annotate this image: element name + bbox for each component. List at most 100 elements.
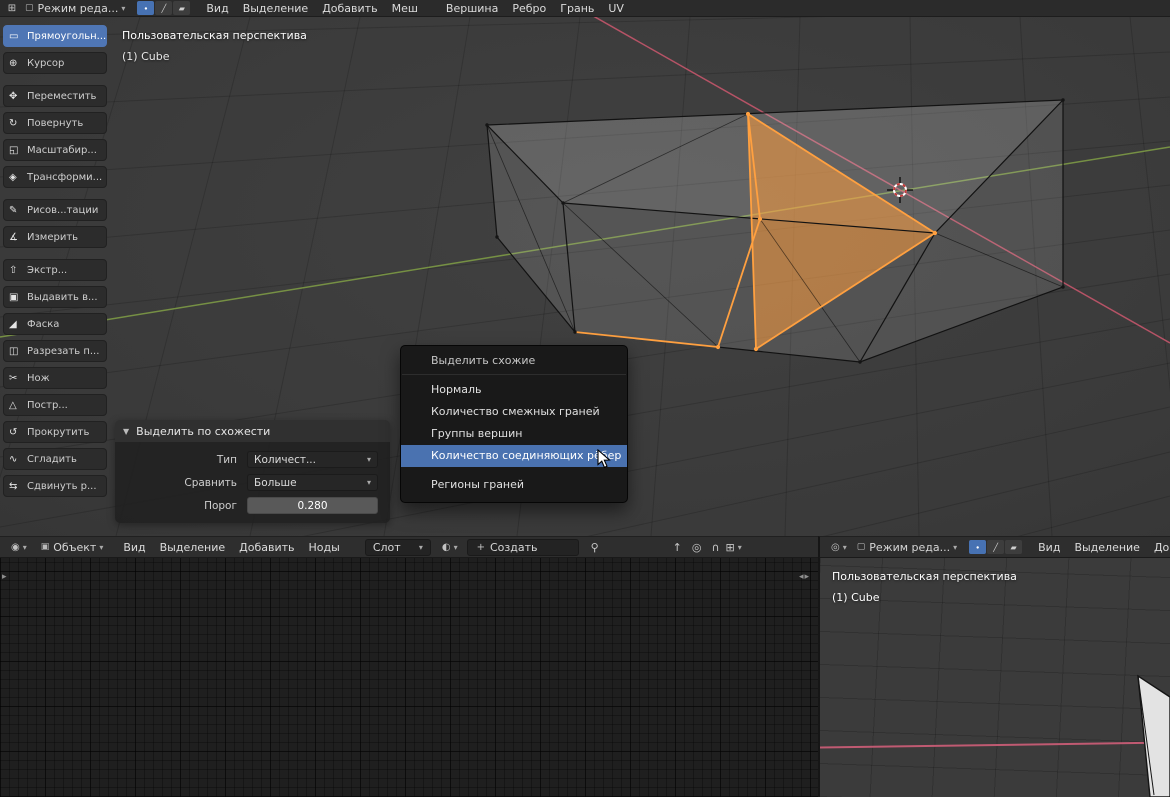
new-material-button[interactable]: + Создать <box>467 539 579 556</box>
edge-select-mode-button[interactable]: ╱ <box>155 1 172 15</box>
shader-menu-select[interactable]: Выделение <box>153 541 233 554</box>
menu-face[interactable]: Грань <box>553 2 601 15</box>
vertex-select-mode-button[interactable]: ∙ <box>969 540 986 554</box>
view-name-text: Пользовательская перспектива <box>832 566 1017 587</box>
scale-icon: ◱ <box>9 145 22 156</box>
insert-keyframe-icon[interactable]: ↑ <box>673 541 682 554</box>
menu-uv[interactable]: UV <box>601 2 631 15</box>
shader-menu-view[interactable]: Вид <box>116 541 152 554</box>
chevron-down-icon: ▾ <box>99 543 103 552</box>
menu-select[interactable]: Выделение <box>1067 541 1147 554</box>
tool-extrude[interactable]: ⇧Экстр... <box>3 259 107 281</box>
threshold-slider[interactable]: 0.280 <box>247 497 378 514</box>
operator-panel-title: Выделить по схожести <box>136 425 270 438</box>
menu-vertex[interactable]: Вершина <box>439 2 505 15</box>
snap-grid-icon[interactable]: ⊞ <box>726 541 735 554</box>
bottom-headers: ◉ ▾ ▣ Объект ▾ Вид Выделение Добавить Но… <box>0 536 1170 558</box>
collapse-triangle-icon: ▼ <box>123 427 129 436</box>
tool-inset[interactable]: ▣Выдавить в... <box>3 286 107 308</box>
edge-mode-icon: ╱ <box>161 4 166 13</box>
chevron-down-icon: ▾ <box>953 543 957 552</box>
menu-select[interactable]: Выделение <box>236 2 316 15</box>
tool-box-select[interactable]: ▭Прямоугольн... <box>3 25 107 47</box>
face-select-mode-button[interactable]: ▰ <box>1005 540 1022 554</box>
menu-add[interactable]: До <box>1147 541 1170 554</box>
measure-icon: ∡ <box>9 232 22 243</box>
shader-menu-node[interactable]: Ноды <box>302 541 347 554</box>
tool-measure[interactable]: ∡Измерить <box>3 226 107 248</box>
region-resize-arrows[interactable]: ◂▸ <box>799 572 810 582</box>
object-icon: ▣ <box>41 542 50 552</box>
menu-mesh[interactable]: Меш <box>385 2 425 15</box>
fake-user-pin-icon[interactable]: ⚲ <box>591 541 599 554</box>
operator-panel: ▼ Выделить по схожести Тип Количест... ▾… <box>115 420 390 523</box>
smooth-icon: ∿ <box>9 454 22 465</box>
mode-select-dropdown[interactable]: ▢ Режим реда... ▾ <box>20 1 130 16</box>
tool-knife[interactable]: ✂Нож <box>3 367 107 389</box>
shader-type-dropdown[interactable]: ▣ Объект ▾ <box>36 540 109 555</box>
operator-panel-header[interactable]: ▼ Выделить по схожести <box>115 420 390 442</box>
menu-item-adjacent-faces[interactable]: Количество смежных граней <box>401 401 627 423</box>
type-label: Тип <box>115 454 247 466</box>
region-expand-arrow[interactable]: ▸ <box>2 572 7 582</box>
inset-icon: ▣ <box>9 292 22 303</box>
menu-item-vertex-groups[interactable]: Группы вершин <box>401 423 627 445</box>
snap-magnet-icon[interactable]: ∩ <box>711 541 719 554</box>
select-mode-buttons: ∙ ╱ ▰ <box>969 540 1022 554</box>
menu-edge[interactable]: Ребро <box>505 2 553 15</box>
material-preview-dropdown[interactable]: ◐ ▾ <box>437 540 463 555</box>
tool-loop-cut[interactable]: ◫Разрезать п... <box>3 340 107 362</box>
menu-item-normal[interactable]: Нормаль <box>401 379 627 401</box>
tool-rotate[interactable]: ↻Повернуть <box>3 112 107 134</box>
editor-type-icon[interactable]: ⊞ <box>4 3 20 14</box>
viewport-editor-icon: ◎ <box>831 542 840 553</box>
shader-editor-header: ◉ ▾ ▣ Объект ▾ Вид Выделение Добавить Но… <box>0 536 818 558</box>
active-object-text: (1) Cube <box>122 46 307 67</box>
tool-annotate[interactable]: ✎Рисов...тации <box>3 199 107 221</box>
mode-select-dropdown[interactable]: ▢ Режим реда... ▾ <box>852 540 962 555</box>
chevron-down-icon: ▾ <box>843 543 847 552</box>
tool-poly-build[interactable]: △Постр... <box>3 394 107 416</box>
tool-spin[interactable]: ↺Прокрутить <box>3 421 107 443</box>
editor-type-dropdown[interactable]: ◉ ▾ <box>6 540 32 555</box>
face-select-mode-button[interactable]: ▰ <box>173 1 190 15</box>
material-ball-icon: ◐ <box>442 542 451 553</box>
knife-icon: ✂ <box>9 373 22 384</box>
chevron-down-icon: ▾ <box>367 455 371 464</box>
slot-dropdown[interactable]: Слот ▾ <box>365 539 431 556</box>
chevron-down-icon: ▾ <box>23 543 27 552</box>
shader-node-editor[interactable]: ▸ ◂▸ <box>0 558 818 797</box>
box-select-icon: ▭ <box>9 31 22 42</box>
mode-select-label: Режим реда... <box>38 2 119 15</box>
menu-add[interactable]: Добавить <box>315 2 384 15</box>
annotate-icon: ✎ <box>9 205 22 216</box>
editor-type-dropdown[interactable]: ◎ ▾ <box>826 540 852 555</box>
vertex-select-mode-button[interactable]: ∙ <box>137 1 154 15</box>
tool-cursor[interactable]: ⊕Курсор <box>3 52 107 74</box>
chevron-down-icon: ▾ <box>367 478 371 487</box>
menu-view[interactable]: Вид <box>1031 541 1067 554</box>
tool-transform[interactable]: ◈Трансформи... <box>3 166 107 188</box>
secondary-viewport-3d[interactable]: Пользовательская перспектива (1) Cube <box>818 558 1170 797</box>
context-menu-title: Выделить схожие <box>401 350 627 372</box>
tool-scale[interactable]: ◱Масштабир... <box>3 139 107 161</box>
overlays-icon[interactable]: ◎ <box>692 541 702 554</box>
compare-dropdown[interactable]: Больше ▾ <box>247 474 378 491</box>
spin-icon: ↺ <box>9 427 22 438</box>
menu-item-face-regions[interactable]: Регионы граней <box>401 474 627 496</box>
menu-item-connecting-edges[interactable]: Количество соединяющих рёбер <box>401 445 627 467</box>
vertex-mode-icon: ∙ <box>143 4 148 13</box>
chevron-down-icon: ▾ <box>738 543 742 552</box>
edge-select-mode-button[interactable]: ╱ <box>987 540 1004 554</box>
tool-move[interactable]: ✥Переместить <box>3 85 107 107</box>
type-dropdown[interactable]: Количест... ▾ <box>247 451 378 468</box>
menu-view[interactable]: Вид <box>199 2 235 15</box>
tool-edge-slide[interactable]: ⇆Сдвинуть р... <box>3 475 107 497</box>
viewport-header: ⊞ ▢ Режим реда... ▾ ∙ ╱ ▰ Вид Выделение … <box>0 0 1170 17</box>
blender-window: ⊞ ▢ Режим реда... ▾ ∙ ╱ ▰ Вид Выделение … <box>0 0 1170 797</box>
tool-smooth[interactable]: ∿Сгладить <box>3 448 107 470</box>
shader-menu-add[interactable]: Добавить <box>232 541 301 554</box>
viewport-3d[interactable]: Пользовательская перспектива (1) Cube ▭П… <box>0 17 1170 536</box>
tool-bevel[interactable]: ◢Фаска <box>3 313 107 335</box>
active-object-text: (1) Cube <box>832 587 1017 608</box>
